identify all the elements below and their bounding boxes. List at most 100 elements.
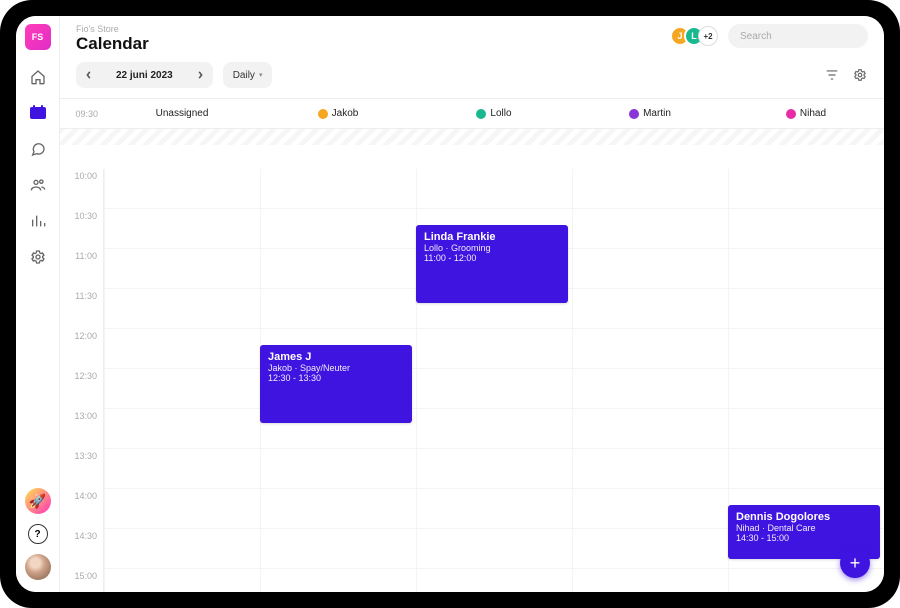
time-label: 14:30 [60, 529, 104, 569]
time-slot[interactable] [728, 169, 884, 209]
time-slot[interactable] [572, 569, 728, 592]
time-slot[interactable] [728, 409, 884, 449]
time-slot[interactable] [104, 489, 260, 529]
time-slot[interactable] [104, 569, 260, 592]
time-slot[interactable] [104, 169, 260, 209]
resource-header-martin[interactable]: Martin [572, 108, 728, 119]
help-button[interactable]: ? [28, 524, 48, 544]
time-slot[interactable] [572, 209, 728, 249]
sidebar-item-calendar[interactable] [25, 100, 51, 126]
time-slot[interactable] [260, 449, 416, 489]
resource-header-nihad[interactable]: Nihad [728, 108, 884, 119]
time-slot[interactable] [260, 169, 416, 209]
time-label: 11:00 [60, 249, 104, 289]
time-slot[interactable] [728, 449, 884, 489]
time-slot[interactable] [572, 489, 728, 529]
time-slot[interactable] [104, 249, 260, 289]
main-area: Fio's Store Calendar J L +2 [60, 16, 884, 592]
resource-header-jakob[interactable]: Jakob [260, 108, 416, 119]
time-slot[interactable] [572, 369, 728, 409]
page-title: Calendar [76, 34, 149, 54]
time-slot[interactable] [104, 329, 260, 369]
time-label: 15:00 [60, 569, 104, 592]
event-subtitle: Nihad · Dental Care [736, 523, 872, 533]
time-slot[interactable] [416, 569, 572, 592]
time-slot[interactable] [728, 209, 884, 249]
time-slot[interactable] [260, 569, 416, 592]
brand-logo[interactable]: FS [25, 24, 51, 50]
next-day-button[interactable] [187, 62, 213, 88]
time-slot[interactable] [728, 289, 884, 329]
store-name: Fio's Store [76, 24, 149, 34]
time-slot[interactable] [728, 249, 884, 289]
calendar-settings-button[interactable] [852, 67, 868, 83]
time-slot[interactable] [572, 409, 728, 449]
time-slot[interactable] [572, 249, 728, 289]
event-time: 12:30 - 13:30 [268, 373, 404, 383]
avatar-more[interactable]: +2 [698, 26, 718, 46]
time-slot[interactable] [104, 529, 260, 569]
resource-header-unassigned[interactable]: Unassigned [104, 108, 260, 119]
time-slot[interactable] [572, 169, 728, 209]
search-input[interactable] [728, 24, 868, 48]
time-slot[interactable] [104, 369, 260, 409]
time-slot[interactable] [572, 329, 728, 369]
profile-avatar[interactable] [25, 554, 51, 580]
filter-button[interactable] [824, 67, 840, 83]
time-slot[interactable] [260, 289, 416, 329]
gear-icon [853, 68, 867, 82]
time-label: 13:00 [60, 409, 104, 449]
time-slot[interactable] [104, 209, 260, 249]
time-slot[interactable] [260, 249, 416, 289]
time-slot[interactable] [572, 289, 728, 329]
time-slot[interactable] [416, 169, 572, 209]
time-slot[interactable] [728, 369, 884, 409]
event-time: 14:30 - 15:00 [736, 533, 872, 543]
time-slot[interactable] [260, 489, 416, 529]
calendar-grid[interactable]: 10:0010:3011:0011:3012:0012:3013:0013:30… [60, 129, 884, 592]
prev-day-button[interactable] [76, 62, 102, 88]
current-date-label[interactable]: 22 juni 2023 [102, 70, 187, 81]
resource-header-lollo[interactable]: Lollo [416, 108, 572, 119]
time-slot[interactable] [416, 449, 572, 489]
rocket-upgrade-button[interactable]: 🚀 [25, 488, 51, 514]
topbar: Fio's Store Calendar J L +2 [60, 16, 884, 58]
time-slot[interactable] [104, 449, 260, 489]
time-label: 13:30 [60, 449, 104, 489]
time-slot[interactable] [728, 329, 884, 369]
time-slot[interactable] [416, 489, 572, 529]
resource-header-row: 09:30 Unassigned Jakob Lollo Martin Niha… [60, 99, 884, 129]
time-label: 10:00 [60, 169, 104, 209]
participant-avatars[interactable]: J L +2 [670, 26, 718, 46]
sidebar-item-settings[interactable] [25, 244, 51, 270]
time-slot[interactable] [416, 329, 572, 369]
time-slot[interactable] [260, 209, 416, 249]
calendar-event[interactable]: James JJakob · Spay/Neuter12:30 - 13:30 [260, 345, 412, 423]
time-slot[interactable] [416, 529, 572, 569]
calendar-icon [30, 107, 46, 119]
users-icon [30, 177, 46, 193]
time-slot[interactable] [416, 369, 572, 409]
time-slot[interactable] [572, 529, 728, 569]
time-label: 12:30 [60, 369, 104, 409]
event-subtitle: Jakob · Spay/Neuter [268, 363, 404, 373]
sidebar-item-analytics[interactable] [25, 208, 51, 234]
time-slot[interactable] [104, 409, 260, 449]
time-slot[interactable] [572, 449, 728, 489]
time-slot[interactable] [104, 289, 260, 329]
add-event-fab[interactable]: + [840, 548, 870, 578]
time-slot[interactable] [260, 529, 416, 569]
sidebar-item-home[interactable] [25, 64, 51, 90]
chevron-left-icon [85, 71, 93, 79]
time-slot[interactable] [416, 409, 572, 449]
sidebar-item-clients[interactable] [25, 172, 51, 198]
chat-icon [30, 141, 46, 157]
gear-icon [30, 249, 46, 265]
calendar-event[interactable]: Linda FrankieLollo · Grooming11:00 - 12:… [416, 225, 568, 303]
dot-icon [318, 109, 328, 119]
dot-icon [786, 109, 796, 119]
dot-icon [629, 109, 639, 119]
sidebar-item-messages[interactable] [25, 136, 51, 162]
view-mode-select[interactable]: Daily ▾ [223, 62, 273, 88]
off-hours-band [60, 129, 884, 145]
